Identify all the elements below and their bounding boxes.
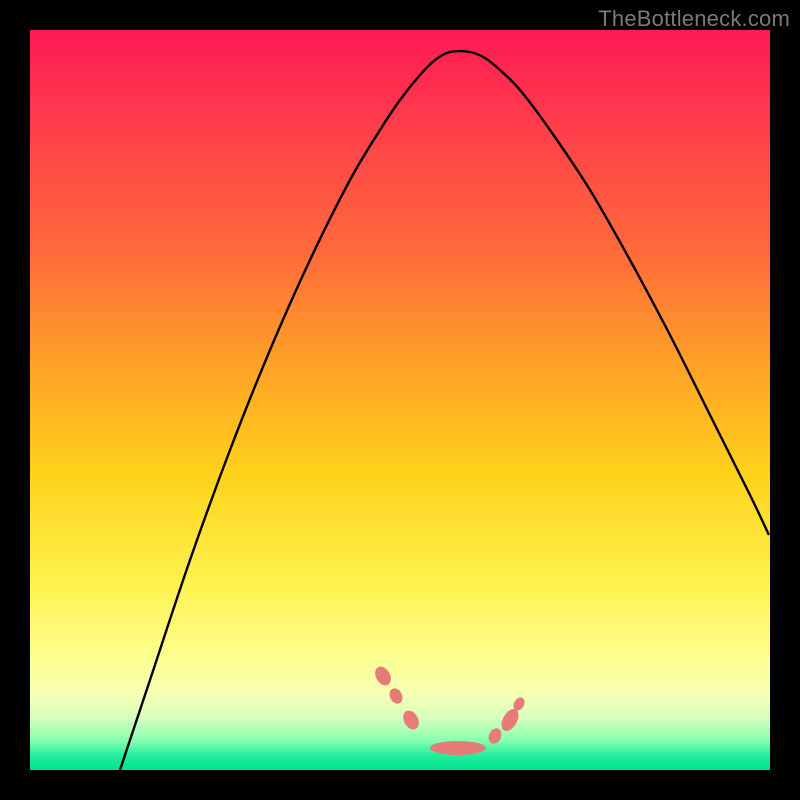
outer-frame: TheBottleneck.com bbox=[0, 0, 800, 800]
watermark-text: TheBottleneck.com bbox=[598, 6, 790, 32]
plot-area bbox=[30, 30, 770, 770]
gradient-background bbox=[30, 30, 770, 770]
